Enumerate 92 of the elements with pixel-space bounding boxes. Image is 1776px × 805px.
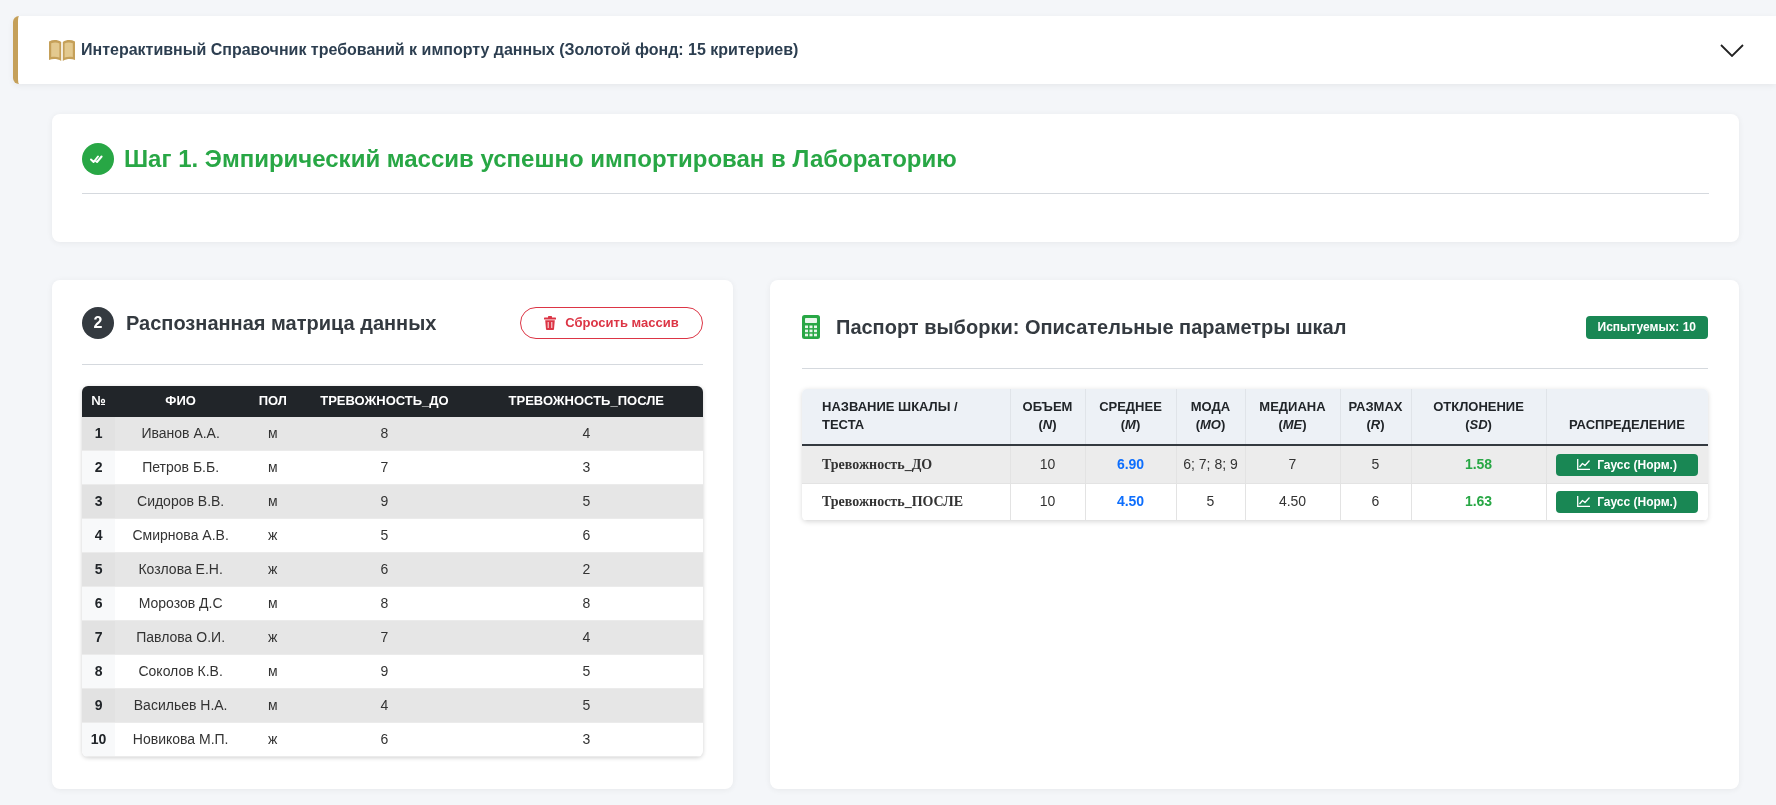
- table-cell: 6: [1340, 483, 1411, 521]
- line-chart-icon: [1577, 496, 1591, 508]
- table-cell: 4: [299, 688, 470, 723]
- column-header: №: [82, 386, 116, 417]
- deviation-value: 1.58: [1411, 445, 1546, 484]
- table-cell: Иванов А.А.: [115, 416, 247, 451]
- table-cell: 5: [469, 688, 703, 723]
- table-cell: 6: [469, 518, 703, 553]
- row-number: 3: [82, 484, 116, 519]
- table-cell: ж: [246, 722, 300, 757]
- table-cell: 10: [1010, 483, 1085, 521]
- table-cell: 6: [299, 552, 470, 587]
- calculator-icon: [802, 315, 820, 339]
- distribution-button[interactable]: Гаусс (Норм.): [1556, 490, 1698, 513]
- table-cell: 7: [299, 450, 470, 485]
- table-cell: 6: [299, 722, 470, 757]
- table-cell: 4: [469, 416, 703, 451]
- column-header: ТРЕВОЖНОСТЬ_ПОСЛЕ: [469, 386, 703, 417]
- table-cell: ж: [246, 518, 300, 553]
- passport-title: Паспорт выборки: Описательные параметры шкал: [836, 315, 1347, 340]
- reset-button[interactable]: Сбросить массив: [520, 307, 703, 339]
- row-number: 8: [82, 654, 116, 689]
- table-cell: ж: [246, 552, 300, 587]
- column-header: ОТКЛОНЕНИЕ (SD): [1411, 389, 1546, 446]
- table-cell: м: [246, 450, 300, 485]
- table-cell: Соколов К.В.: [115, 654, 247, 689]
- book-icon: [49, 39, 75, 61]
- table-cell: 7: [299, 620, 470, 655]
- mean-value: 6.90: [1085, 445, 1176, 484]
- table-cell: м: [246, 654, 300, 689]
- table-cell: 4.50: [1245, 483, 1340, 521]
- scale-name: Тревожность_ПОСЛЕ: [802, 483, 1010, 521]
- table-cell: 10: [1010, 445, 1085, 484]
- column-header: ПОЛ: [246, 386, 300, 417]
- line-chart-icon: [1577, 459, 1591, 471]
- table-cell: м: [246, 586, 300, 621]
- step-number: 2: [82, 307, 114, 339]
- table-cell: 9: [299, 654, 470, 689]
- column-header: РАЗМАХ (R): [1340, 389, 1411, 446]
- matrix-title: Распознанная матрица данных: [126, 311, 437, 336]
- table-cell: 3: [469, 450, 703, 485]
- double-check-icon: [82, 143, 114, 175]
- row-number: 10: [82, 722, 116, 757]
- table-cell: 8: [469, 586, 703, 621]
- table-cell: Петров Б.Б.: [115, 450, 247, 485]
- mean-value: 4.50: [1085, 483, 1176, 521]
- table-cell: 2: [469, 552, 703, 587]
- table-cell: 8: [299, 586, 470, 621]
- table-cell: Морозов Д.С: [115, 586, 247, 621]
- column-header: МОДА (MO): [1176, 389, 1245, 446]
- table-cell: 5: [469, 484, 703, 519]
- table-cell: 5: [299, 518, 470, 553]
- column-header: МЕДИАНА (ME): [1245, 389, 1340, 446]
- table-cell: ж: [246, 620, 300, 655]
- table-cell: Смирнова А.В.: [115, 518, 247, 553]
- table-cell: 7: [1245, 445, 1340, 484]
- row-number: 2: [82, 450, 116, 485]
- column-header: НАЗВАНИЕ ШКАЛЫ / ТЕСТА: [802, 389, 1010, 446]
- row-number: 9: [82, 688, 116, 723]
- table-cell: Павлова О.И.: [115, 620, 247, 655]
- subjects-count: Испытуемых: 10: [1585, 315, 1708, 339]
- table-cell: 6; 7; 8; 9: [1176, 445, 1245, 484]
- row-number: 7: [82, 620, 116, 655]
- table-cell: Новикова М.П.: [115, 722, 247, 757]
- column-header: ФИО: [115, 386, 247, 417]
- table-cell: Сидоров В.В.: [115, 484, 247, 519]
- column-header: ОБЪЕМ (N): [1010, 389, 1085, 446]
- trash-icon: [544, 316, 557, 330]
- table-cell: 9: [299, 484, 470, 519]
- row-number: 4: [82, 518, 116, 553]
- scale-name: Тревожность_ДО: [802, 445, 1010, 484]
- column-header: ТРЕВОЖНОСТЬ_ДО: [299, 386, 470, 417]
- table-cell: Козлова Е.Н.: [115, 552, 247, 587]
- table-cell: 4: [469, 620, 703, 655]
- row-number: 1: [82, 416, 116, 451]
- column-header: РАСПРЕДЕЛЕНИЕ: [1546, 389, 1708, 446]
- table-cell: 5: [1340, 445, 1411, 484]
- step-title: Шаг 1. Эмпирический массив успешно импортирован в Лабораторию: [124, 144, 957, 175]
- table-cell: 5: [1176, 483, 1245, 521]
- table-cell: м: [246, 688, 300, 723]
- table-cell: м: [246, 484, 300, 519]
- table-cell: 8: [299, 416, 470, 451]
- deviation-value: 1.63: [1411, 483, 1546, 521]
- table-cell: 5: [469, 654, 703, 689]
- row-number: 5: [82, 552, 116, 587]
- reference-accordion-toggle[interactable]: Интерактивный Справочник требований к импорту данных (Золотой фонд: 15 критериев): [13, 16, 1776, 84]
- row-number: 6: [82, 586, 116, 621]
- distribution-button[interactable]: Гаусс (Норм.): [1556, 453, 1698, 476]
- table-cell: м: [246, 416, 300, 451]
- table-cell: 3: [469, 722, 703, 757]
- table-cell: Васильев Н.А.: [115, 688, 247, 723]
- column-header: СРЕДНЕЕ (M): [1085, 389, 1176, 446]
